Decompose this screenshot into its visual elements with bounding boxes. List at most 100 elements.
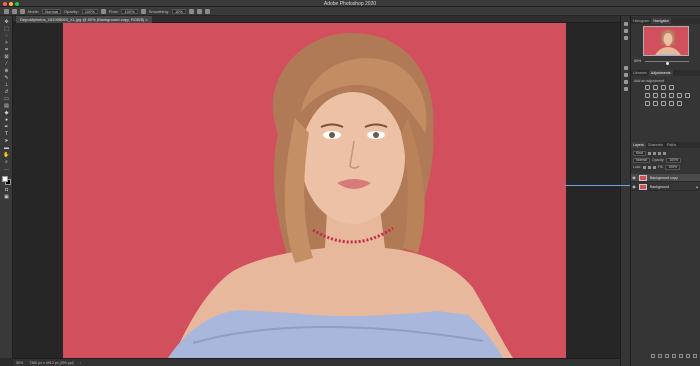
document-tab[interactable]: Depositphotos_151005053_XL.jpg @ 50% (Ba…	[16, 16, 152, 23]
threshold-icon[interactable]	[661, 101, 666, 106]
document-canvas[interactable]	[63, 23, 566, 358]
character-panel-icon[interactable]	[624, 66, 628, 70]
blend-mode-select[interactable]: Normal	[633, 157, 650, 163]
new-group-icon[interactable]	[679, 353, 683, 358]
black-white-icon[interactable]	[669, 93, 674, 98]
quick-mask-icon[interactable]: ◘	[4, 188, 9, 193]
foreground-color-swatch[interactable]	[2, 176, 8, 182]
filter-adjustment-icon[interactable]	[652, 151, 656, 155]
navigator-zoom-slider[interactable]	[645, 61, 689, 65]
brushes-panel-icon[interactable]	[624, 80, 628, 84]
tab-layers[interactable]: Layers	[631, 142, 646, 148]
layer-name: Background	[650, 184, 670, 189]
navigator-thumbnail[interactable]	[643, 26, 689, 56]
tab-adjustments[interactable]: Adjustments	[648, 70, 673, 76]
layer-row[interactable]: ◉ Background 🔒︎	[631, 183, 700, 191]
navigator-zoom-knob[interactable]	[665, 62, 669, 65]
invert-icon[interactable]	[645, 101, 650, 106]
airbrush-icon[interactable]	[140, 8, 146, 14]
move-tool-icon[interactable]: ✥	[4, 20, 9, 25]
layer-style-icon[interactable]	[658, 353, 662, 358]
mode-select[interactable]: Normal	[42, 8, 62, 14]
filter-type-icon[interactable]	[657, 151, 661, 155]
lasso-tool-icon[interactable]: ◌	[4, 34, 9, 39]
link-layers-icon[interactable]	[651, 353, 655, 358]
delete-layer-icon[interactable]	[693, 353, 697, 358]
posterize-icon[interactable]	[653, 101, 658, 106]
photo-filter-icon[interactable]	[677, 93, 682, 98]
brightness-contrast-icon[interactable]	[645, 85, 650, 90]
brush-preset-icon[interactable]	[12, 8, 17, 14]
curves-icon[interactable]	[661, 85, 666, 90]
swatches-panel-icon[interactable]	[624, 87, 628, 91]
hand-tool-icon[interactable]: ✋	[3, 153, 9, 158]
screen-mode-icon[interactable]: ▣	[4, 195, 9, 200]
status-arrow-icon[interactable]: ›	[80, 361, 81, 365]
marquee-tool-icon[interactable]: ⬚	[4, 27, 9, 32]
tab-libraries[interactable]: Libraries	[631, 70, 649, 76]
tab-paths[interactable]: Paths	[665, 142, 678, 148]
canvas-area[interactable]	[13, 23, 620, 358]
brush-tool-icon[interactable]: ✎	[4, 76, 9, 81]
rectangle-tool-icon[interactable]: ▬	[4, 146, 9, 151]
filter-pixel-icon[interactable]	[647, 151, 651, 155]
symmetry-icon[interactable]	[204, 8, 210, 14]
clone-stamp-tool-icon[interactable]: ⊥	[4, 83, 9, 88]
frame-tool-icon[interactable]: ⊠	[4, 55, 9, 60]
type-tool-icon[interactable]: T	[4, 132, 9, 137]
pressure-opacity-icon[interactable]	[100, 8, 106, 14]
magic-wand-tool-icon[interactable]: ✧	[4, 41, 9, 46]
path-selection-tool-icon[interactable]: ➤	[4, 139, 9, 144]
lock-all-icon[interactable]	[653, 165, 657, 169]
filter-shape-icon[interactable]	[662, 151, 666, 155]
crop-tool-icon[interactable]: ⌗	[4, 48, 9, 53]
blur-tool-icon[interactable]: ◆	[4, 111, 9, 116]
lock-position-icon[interactable]	[648, 165, 652, 169]
vibrance-icon[interactable]	[645, 93, 650, 98]
close-tab-icon[interactable]: ×	[145, 17, 147, 22]
actions-panel-icon[interactable]	[624, 36, 628, 40]
zoom-tool-icon[interactable]: ⌕	[4, 160, 9, 165]
new-layer-icon[interactable]	[686, 353, 690, 358]
gradient-tool-icon[interactable]: ▤	[4, 104, 9, 109]
gradient-map-icon[interactable]	[669, 101, 674, 106]
eraser-tool-icon[interactable]: ▭	[4, 97, 9, 102]
exposure-icon[interactable]	[669, 85, 674, 90]
hue-saturation-icon[interactable]	[653, 93, 658, 98]
layer-filter-select[interactable]: Kind	[633, 150, 646, 156]
visibility-eye-icon[interactable]: ◉	[631, 184, 637, 189]
tab-channels[interactable]: Channels	[646, 142, 665, 148]
visibility-eye-icon[interactable]: ◉	[631, 175, 637, 180]
paragraph-panel-icon[interactable]	[624, 73, 628, 77]
tab-histogram[interactable]: Histogram	[631, 18, 651, 24]
history-panel-icon[interactable]	[624, 22, 628, 26]
fill-input[interactable]: 100%	[665, 164, 681, 170]
smoothing-settings-icon[interactable]	[188, 8, 194, 14]
new-adjustment-icon[interactable]	[672, 353, 676, 358]
levels-icon[interactable]	[653, 85, 658, 90]
selective-color-icon[interactable]	[677, 101, 682, 106]
history-brush-tool-icon[interactable]: ↺	[4, 90, 9, 95]
channel-mixer-icon[interactable]	[685, 93, 690, 98]
more-tools-icon[interactable]: …	[4, 167, 9, 172]
home-icon[interactable]	[4, 8, 9, 14]
layer-row[interactable]: ◉ Background copy	[631, 174, 700, 182]
brush-settings-icon[interactable]	[20, 8, 25, 14]
navigator-zoom-value[interactable]: 50%	[634, 59, 641, 63]
lock-pixels-icon[interactable]	[643, 165, 647, 169]
angle-icon[interactable]	[196, 8, 202, 14]
tab-navigator[interactable]: Navigator	[651, 18, 671, 24]
layer-opacity-input[interactable]: 100%	[666, 157, 682, 163]
pen-tool-icon[interactable]: ✒	[4, 125, 9, 130]
status-zoom[interactable]: 50%	[16, 361, 23, 365]
dodge-tool-icon[interactable]: ●	[4, 118, 9, 123]
add-mask-icon[interactable]	[665, 353, 669, 358]
smoothing-input[interactable]: 10%	[171, 8, 186, 14]
properties-panel-icon[interactable]	[624, 29, 628, 33]
lock-label: Lock:	[633, 165, 642, 169]
healing-brush-tool-icon[interactable]: ⊕	[4, 69, 9, 74]
eyedropper-tool-icon[interactable]: ⁄	[4, 62, 9, 67]
color-balance-icon[interactable]	[661, 93, 666, 98]
flow-input[interactable]: 100%	[121, 8, 138, 14]
opacity-input[interactable]: 100%	[81, 8, 98, 14]
